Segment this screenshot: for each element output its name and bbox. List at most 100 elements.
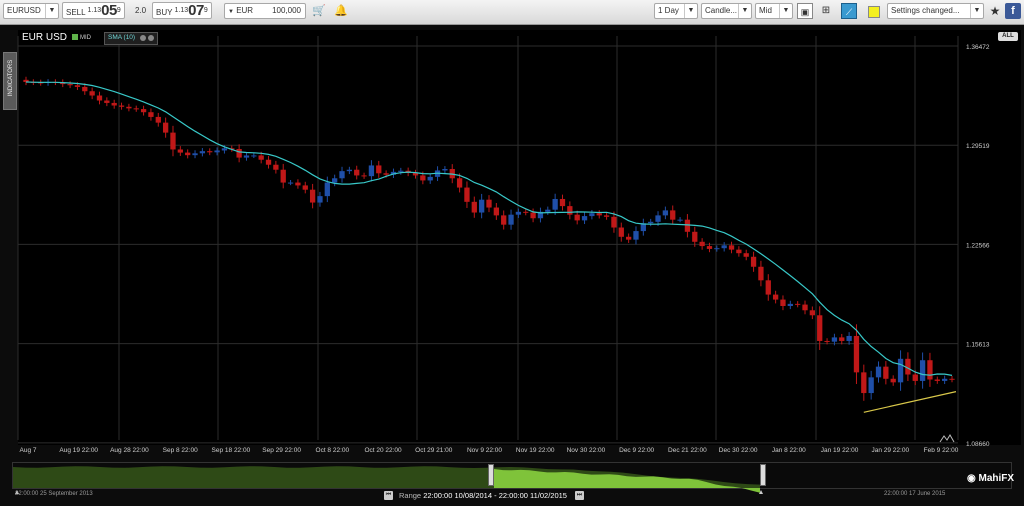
candle-body [89,91,95,96]
candle-body [743,253,749,257]
candle-body [251,155,257,157]
candle-body [875,366,882,378]
candle-body [332,178,338,183]
candle-body [802,304,808,311]
candle-body [207,151,213,153]
candle-body [897,358,904,383]
candle-body [82,86,88,92]
price-mode-label: MID [80,35,91,41]
candle-body [339,171,345,179]
candle-body [74,85,81,87]
indicators-tab[interactable]: INDICATORS [3,52,17,110]
x-tick-label: Dec 30 22:00 [719,447,758,454]
candle-body [295,182,301,186]
candle-body [883,366,889,379]
navigator-right-handle[interactable] [760,464,766,486]
candle-body [501,215,507,225]
candle-body [589,213,595,217]
candle-body [479,199,485,213]
sma-indicator-chip[interactable]: SMA (10) [104,32,159,45]
candle-body [839,337,845,341]
candle-body [361,175,367,177]
candle-body [258,155,264,160]
candle-body [714,248,720,250]
candle-body [861,372,867,394]
candle-body [824,340,830,342]
candle-body [486,199,492,208]
candle-body [177,149,183,153]
x-tick-label: Sep 18 22:00 [212,447,251,454]
candle-body [949,378,955,380]
candle-body [787,303,793,307]
x-tick-label: Aug 19 22:00 [59,447,98,454]
y-tick-label: 1.29519 [966,143,990,150]
candle-body [317,196,323,203]
candle-body [346,169,353,172]
candle-body [471,201,477,213]
trendline [863,391,957,413]
candle-body [721,245,727,249]
x-tick-label: Nov 19 22:00 [516,447,555,454]
x-tick-label: Jan 29 22:00 [871,447,909,454]
candle-body [243,155,250,158]
candle-body [155,116,161,123]
candle-body [221,148,228,151]
price-chart[interactable]: 1.36472 1.29519 1.22566 1.15613 1.08660 Aug 7… [0,0,1024,506]
candle-body [795,303,801,305]
candle-body [662,210,669,216]
range-forward-button[interactable]: ⏭ [575,491,584,500]
candle-body [942,378,948,381]
candle-body [273,164,279,170]
x-tick-label: Sep 8 22:00 [163,447,198,454]
candle-body [214,150,220,153]
candle-body [684,219,691,232]
candle-body [104,100,110,103]
x-tick-label: Oct 8 22:00 [316,447,350,454]
x-tick-label: Dec 21 22:00 [668,447,707,454]
candle-body [185,152,191,156]
navigator-left-handle[interactable] [488,464,494,486]
candle-body [354,169,360,176]
all-button[interactable]: ALL [998,32,1018,41]
close-icon[interactable] [148,35,155,41]
chart-symbol-title: EUR USD [22,32,68,43]
x-tick-label: Jan 8 22:00 [772,447,806,454]
candle-body [728,245,735,250]
candle-body [545,209,551,212]
candle-body [133,108,139,110]
candle-body [625,236,632,240]
logo-text: MahiFX [978,473,1015,484]
sma-indicator-label: SMA (10) [108,34,136,41]
navigator-start-label: 22:00:00 25 September 2013 [15,491,93,497]
navigator[interactable] [12,462,1012,489]
indicators-tab-label: INDICATORS [8,59,14,97]
candle-body [148,112,154,117]
candle-body [677,219,683,221]
candle-body [655,215,661,222]
settings-icon[interactable] [140,35,147,41]
candle-body [603,215,610,217]
candle-body [398,170,404,172]
candle-body [670,210,676,220]
candle-body [772,294,779,300]
price-mode-badge: MID [72,34,91,41]
candle-body [67,84,73,86]
candle-body [162,122,169,133]
candle-body [376,165,382,174]
candle-body [736,249,742,254]
range-back-button[interactable]: ⏮ [384,491,393,500]
candle-body [574,214,580,221]
candle-body [758,266,764,281]
candle-body [934,379,940,381]
candle-body [515,211,522,215]
candle-body [868,377,874,394]
candle-body [126,106,132,109]
candle-body [265,159,272,165]
candle-body [140,109,147,113]
y-tick-label: 1.36472 [966,44,990,51]
candle-body [846,335,852,341]
candle-body [280,169,286,183]
mahifx-logo: ◉ MahiFX [967,473,1015,484]
x-tick-label: Sep 29 22:00 [262,447,301,454]
candle-body [199,151,206,154]
